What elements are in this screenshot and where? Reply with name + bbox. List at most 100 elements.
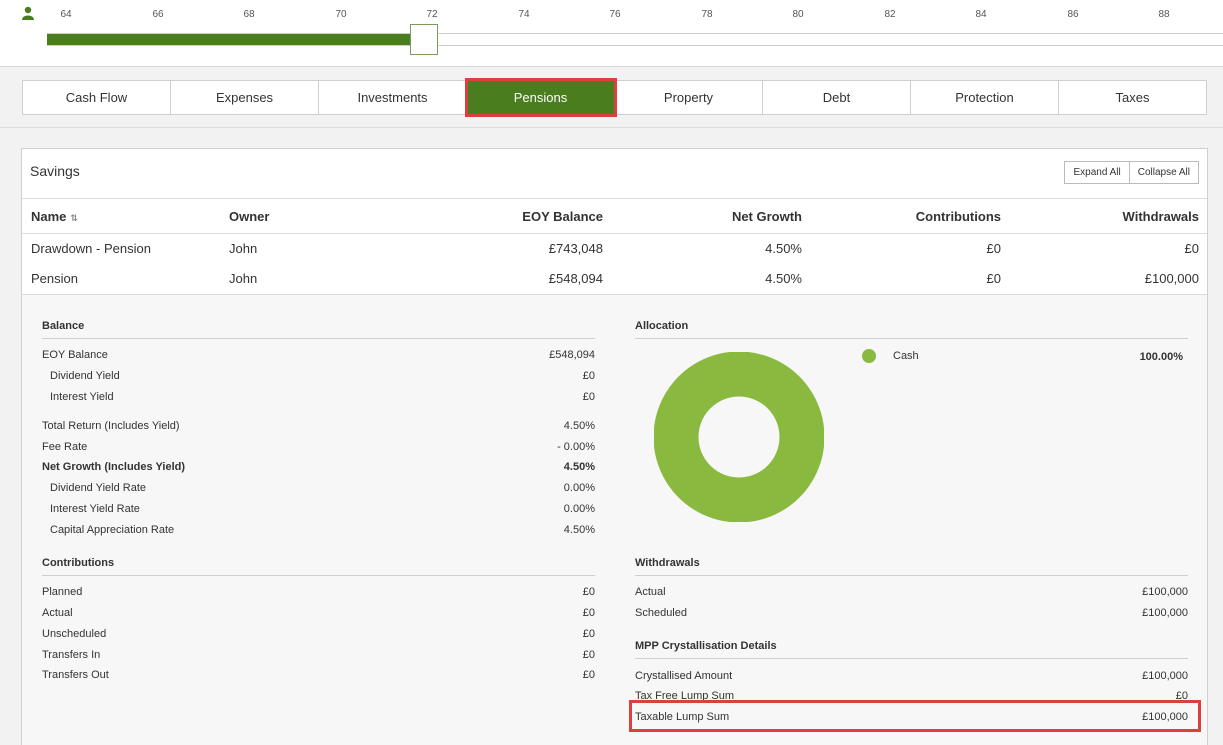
- row-contributions: £0: [986, 271, 1001, 286]
- panel-title: Savings: [30, 163, 80, 179]
- age-tick: 64: [60, 9, 72, 20]
- column-header-eoy-balance[interactable]: EOY Balance: [402, 209, 603, 224]
- savings-panel: Savings Expand All Collapse All Name ⇅ Ow…: [21, 148, 1208, 745]
- detail-label: Actual: [635, 586, 666, 598]
- detail-value: £548,094: [549, 349, 595, 361]
- detail-value: 4.50%: [563, 461, 595, 473]
- age-tick: 68: [243, 9, 255, 20]
- highlight-box: [629, 700, 1201, 732]
- detail-value: 0.00%: [563, 482, 595, 494]
- age-tick: 76: [609, 9, 621, 20]
- detail-label: Dividend Yield: [50, 370, 120, 382]
- tab-expenses[interactable]: Expenses: [171, 81, 319, 114]
- detail-label: Fee Rate: [42, 441, 88, 453]
- slider-track-edge: [47, 45, 1223, 46]
- age-tick: 84: [975, 9, 987, 20]
- detail-label: Scheduled: [635, 607, 687, 619]
- divider: [635, 338, 1188, 339]
- column-name-label: Name: [31, 209, 67, 224]
- table-row[interactable]: Drawdown - Pension John £743,048 4.50% £…: [22, 234, 1207, 264]
- detail-value: 4.50%: [563, 420, 595, 432]
- detail-value: 4.50%: [563, 524, 595, 536]
- expand-all-button[interactable]: Expand All: [1065, 162, 1129, 183]
- row-name: Drawdown - Pension: [31, 241, 151, 256]
- detail-value: - 0.00%: [557, 441, 595, 453]
- detail-label: Planned: [42, 586, 83, 598]
- tab-investments[interactable]: Investments: [319, 81, 467, 114]
- detail-label: Net Growth (Includes Yield): [42, 461, 186, 473]
- column-header-contributions[interactable]: Contributions: [822, 209, 1001, 224]
- divider: [635, 575, 1188, 576]
- divider: [42, 338, 595, 339]
- detail-label: Crystallised Amount: [635, 670, 733, 682]
- divider: [635, 658, 1188, 659]
- balance-heading: Balance: [42, 320, 85, 332]
- detail-value: £100,000: [1142, 607, 1188, 619]
- age-tick: 86: [1067, 9, 1079, 20]
- expand-collapse-group: Expand All Collapse All: [1064, 161, 1199, 184]
- donut-slice-cash: [654, 352, 824, 522]
- legend-value: 100.00%: [1139, 351, 1183, 363]
- detail-value: £0: [582, 586, 595, 598]
- tab-taxes[interactable]: Taxes: [1059, 81, 1206, 114]
- detail-label: Transfers Out: [42, 669, 109, 681]
- age-tick: 66: [152, 9, 164, 20]
- row-owner: John: [229, 271, 258, 286]
- column-header-name[interactable]: Name ⇅: [31, 209, 78, 224]
- detail-value: £0: [582, 628, 595, 640]
- age-tick: 72: [426, 9, 438, 20]
- row-withdrawals: £100,000: [1144, 271, 1199, 286]
- row-eoy-balance: £743,048: [548, 241, 603, 256]
- age-timeline: 64 66 68 70 72 74 76 78 80 82 84 86 88: [0, 0, 1223, 67]
- age-tick: 88: [1158, 9, 1170, 20]
- row-net-growth: 4.50%: [765, 241, 802, 256]
- table-row[interactable]: Pension John £548,094 4.50% £0 £100,000: [22, 264, 1207, 294]
- detail-label: Capital Appreciation Rate: [50, 524, 175, 536]
- column-header-owner[interactable]: Owner: [229, 209, 269, 224]
- mpp-heading: MPP Crystallisation Details: [635, 640, 777, 652]
- detail-label: Interest Yield Rate: [50, 503, 140, 515]
- allocation-donut-chart: [654, 352, 824, 522]
- withdrawals-heading: Withdrawals: [635, 557, 700, 569]
- tab-protection[interactable]: Protection: [911, 81, 1059, 114]
- row-eoy-balance: £548,094: [548, 271, 603, 286]
- pension-detail: Balance EOY Balance £548,094 Dividend Yi…: [22, 294, 1207, 745]
- detail-value: £0: [582, 669, 595, 681]
- age-slider-handle[interactable]: [410, 24, 438, 55]
- detail-value: 0.00%: [563, 503, 595, 515]
- detail-label: Interest Yield: [50, 391, 114, 403]
- detail-label: EOY Balance: [42, 349, 108, 361]
- legend-swatch-cash: [862, 349, 876, 363]
- row-withdrawals: £0: [1184, 241, 1199, 256]
- tab-pensions[interactable]: Pensions: [465, 78, 617, 117]
- tab-cash-flow[interactable]: Cash Flow: [23, 81, 171, 114]
- age-tick: 78: [701, 9, 713, 20]
- age-tick: 74: [518, 9, 530, 20]
- age-tick: 82: [884, 9, 896, 20]
- detail-label: Unscheduled: [42, 628, 107, 640]
- detail-label: Dividend Yield Rate: [50, 482, 147, 494]
- tab-debt[interactable]: Debt: [763, 81, 911, 114]
- sort-icon[interactable]: ⇅: [70, 213, 78, 223]
- row-name: Pension: [31, 271, 78, 286]
- tab-property[interactable]: Property: [615, 81, 763, 114]
- detail-label: Total Return (Includes Yield): [42, 420, 180, 432]
- column-header-withdrawals[interactable]: Withdrawals: [1022, 209, 1199, 224]
- column-header-net-growth[interactable]: Net Growth: [622, 209, 802, 224]
- detail-value: £0: [582, 370, 595, 382]
- legend-label: Cash: [893, 350, 919, 362]
- contributions-heading: Contributions: [42, 557, 115, 569]
- category-tabs: Cash Flow Expenses Investments Pensions …: [22, 78, 1207, 117]
- table-header: Name ⇅ Owner EOY Balance Net Growth Contr…: [22, 198, 1207, 234]
- collapse-all-button[interactable]: Collapse All: [1128, 162, 1198, 183]
- detail-value: £100,000: [1142, 670, 1188, 682]
- detail-value: £0: [582, 391, 595, 403]
- age-tick: 80: [792, 9, 804, 20]
- detail-value: £0: [582, 649, 595, 661]
- detail-label: Transfers In: [42, 649, 101, 661]
- age-tick: 70: [335, 9, 347, 20]
- detail-value: £100,000: [1142, 586, 1188, 598]
- slider-fill: [47, 34, 413, 45]
- detail-value: £0: [582, 607, 595, 619]
- detail-label: Actual: [42, 607, 73, 619]
